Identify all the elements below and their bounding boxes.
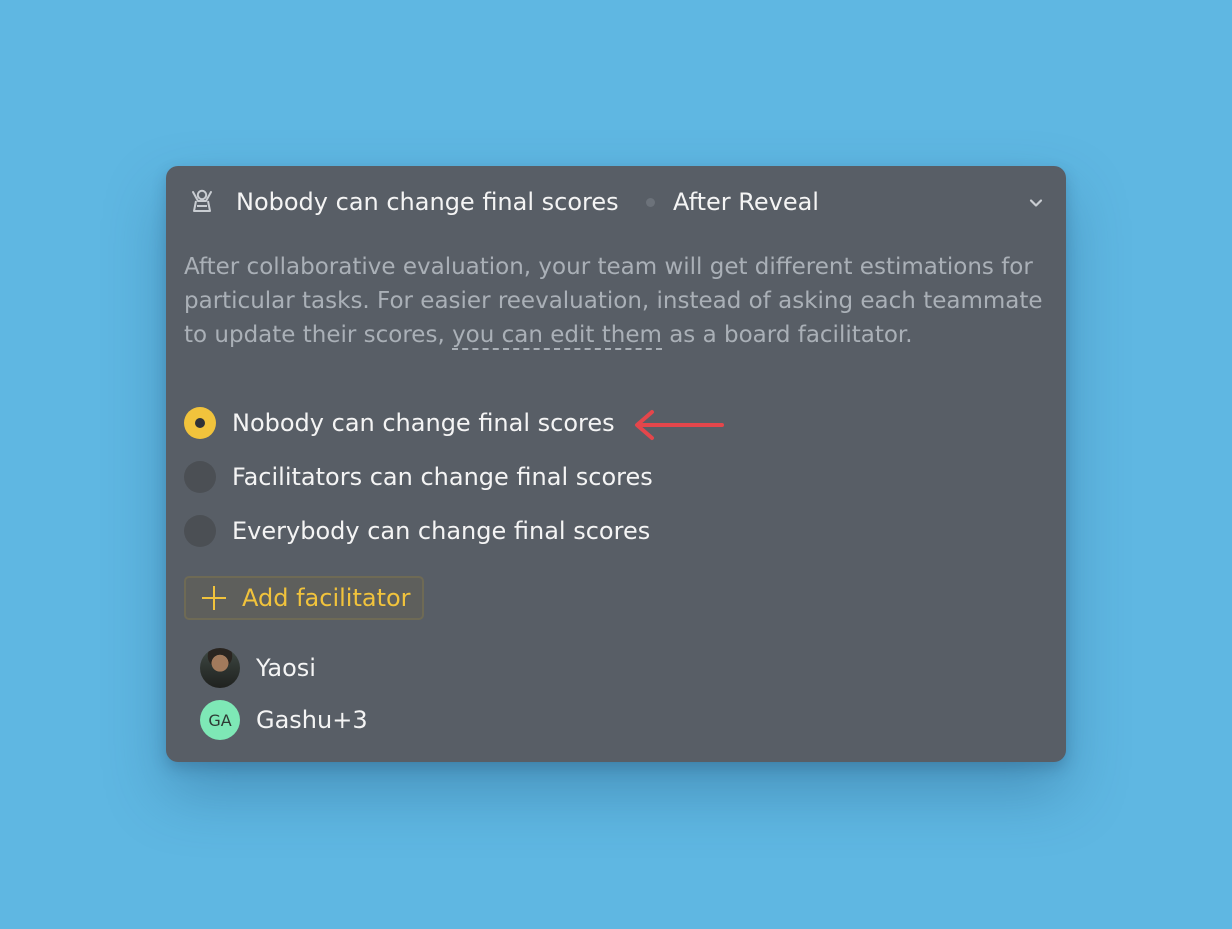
arrow-left-icon: [635, 410, 724, 440]
avatar: [200, 648, 240, 688]
option-label: Everybody can change final scores: [232, 517, 651, 545]
avatar: GA: [200, 700, 240, 740]
option-label: Facilitators can change final scores: [232, 463, 653, 491]
header-title: Nobody can change final scores: [236, 188, 619, 216]
facilitator-name: Gashu+3: [256, 706, 368, 734]
panel-header[interactable]: Nobody can change final scores After Rev…: [166, 166, 1066, 238]
option-nobody[interactable]: Nobody can change final scores: [184, 406, 615, 440]
header-stage: After Reveal: [673, 188, 819, 216]
add-facilitator-button[interactable]: Add facilitator: [184, 576, 424, 620]
chevron-down-icon[interactable]: [1025, 192, 1047, 214]
facilitator-name: Yaosi: [256, 654, 316, 682]
facilitator-item: GA Gashu+3: [200, 700, 368, 740]
description-text: After collaborative evaluation, your tea…: [184, 250, 1052, 352]
edit-scores-link[interactable]: you can edit them: [452, 322, 662, 350]
add-facilitator-label: Add facilitator: [242, 584, 411, 612]
facilitator-icon: [192, 189, 212, 212]
option-facilitators[interactable]: Facilitators can change final scores: [184, 460, 653, 494]
separator-dot: [646, 198, 655, 207]
option-everybody[interactable]: Everybody can change final scores: [184, 514, 650, 548]
description-text-end: as a board facilitator.: [661, 322, 913, 348]
facilitator-item: Yaosi: [200, 648, 316, 688]
plus-icon: [202, 586, 226, 610]
option-label: Nobody can change final scores: [232, 409, 615, 437]
radio-selected[interactable]: [184, 407, 216, 439]
radio-unselected[interactable]: [184, 461, 216, 493]
scores-settings-panel: Nobody can change final scores After Rev…: [166, 166, 1066, 762]
radio-unselected[interactable]: [184, 515, 216, 547]
